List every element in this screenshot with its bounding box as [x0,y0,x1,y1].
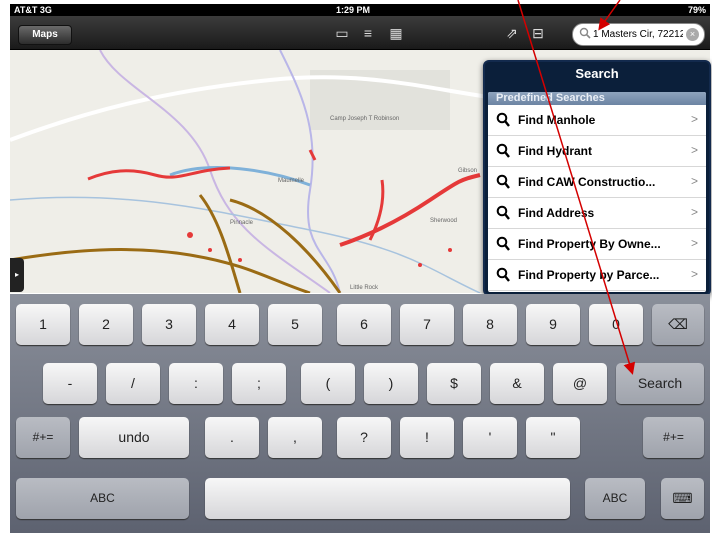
search-icon [496,143,510,158]
list-item-label: Find Property By Owne... [518,237,661,251]
map-label-pinnacle: Pinnacle [230,220,254,226]
grid-icon[interactable]: ▦ [386,25,406,41]
search-icon [496,112,510,127]
map-label-little-rock: Little Rock [350,285,379,291]
map-label-gibson: Gibson [458,168,478,174]
share-icon[interactable]: ⇗ [502,25,522,41]
map-label-sherwood: Sherwood [430,218,458,224]
key-9[interactable]: 9 [526,304,580,345]
list-item-label: Find Address [518,206,595,220]
status-bar: AT&T 3G 1:29 PM 79% [10,4,710,16]
chevron-right-icon: > [690,143,698,157]
key-question[interactable]: ? [337,417,391,458]
map-label-maumelle: Maumelle [278,178,305,184]
search-popover: Search Predefined Searches Find Manhole … [483,60,711,296]
list-item-label: Find Hydrant [518,144,592,158]
key-period[interactable]: . [205,417,259,458]
carrier-label: AT&T 3G [14,5,52,15]
layers-icon[interactable]: ▭ [332,25,352,41]
key-close-paren[interactable]: ) [364,363,418,404]
abc-key-left[interactable]: ABC [16,478,189,519]
maps-button[interactable]: Maps [18,25,72,45]
key-semicolon[interactable]: ; [232,363,286,404]
chevron-right-icon: > [690,236,698,250]
key-2[interactable]: 2 [79,304,133,345]
search-icon [496,205,510,220]
chevron-right-icon: > [690,174,698,188]
time-label: 1:29 PM [336,5,371,15]
top-toolbar: Maps ▭ ≡ ▦ ⇗ ⊟ × [10,16,710,50]
search-key[interactable]: Search [616,363,704,404]
search-icon [496,267,510,282]
backspace-icon: ⌫ [668,316,688,332]
list-item-find-caw-construction[interactable]: Find CAW Constructio... > [488,167,706,198]
backspace-key[interactable]: ⌫ [652,304,704,345]
more-symbols-key-right[interactable]: #+= [643,417,704,458]
search-icon [496,174,510,189]
list-item-label: Find CAW Constructio... [518,175,656,189]
space-key[interactable] [205,478,570,519]
hide-keyboard-key[interactable]: ⌨ [661,478,704,519]
key-4[interactable]: 4 [205,304,259,345]
clear-icon[interactable]: × [686,28,699,41]
key-colon[interactable]: : [169,363,223,404]
chevron-right-icon: > [690,267,698,281]
bookmarks-icon[interactable]: ⊟ [528,25,548,41]
more-symbols-key-left[interactable]: #+= [16,417,70,458]
key-6[interactable]: 6 [337,304,391,345]
list-item-find-property-by-parcel[interactable]: Find Property by Parce... > [488,260,706,291]
chevron-right-icon: > [690,112,698,126]
key-5[interactable]: 5 [268,304,322,345]
key-0[interactable]: 0 [589,304,643,345]
list-item-find-manhole[interactable]: Find Manhole > [488,105,706,136]
abc-key-right[interactable]: ABC [585,478,645,519]
key-3[interactable]: 3 [142,304,196,345]
list-item-find-hydrant[interactable]: Find Hydrant > [488,136,706,167]
onscreen-keyboard: 1 2 3 4 5 6 7 8 9 0 ⌫ - / : ; ( ) $ & @ … [10,294,710,533]
map-label-camp-robinson: Camp Joseph T Robinson [330,116,400,122]
key-7[interactable]: 7 [400,304,454,345]
search-field[interactable]: × [572,23,705,46]
list-item-label: Find Property by Parce... [518,268,660,282]
search-icon [496,236,510,251]
key-ampersand[interactable]: & [490,363,544,404]
key-quote[interactable]: " [526,417,580,458]
key-exclamation[interactable]: ! [400,417,454,458]
keyboard-dismiss-icon: ⌨ [672,490,693,506]
undo-key[interactable]: undo [79,417,189,458]
key-comma[interactable]: , [268,417,322,458]
list-item-find-address[interactable]: Find Address > [488,198,706,229]
chevron-right-icon: > [690,205,698,219]
section-header: Predefined Searches [488,92,706,105]
list-icon[interactable]: ≡ [358,25,378,41]
popover-title: Search [575,66,619,81]
list-item-label: Find Manhole [518,113,596,127]
search-input[interactable] [593,26,683,42]
key-at[interactable]: @ [553,363,607,404]
key-open-paren[interactable]: ( [301,363,355,404]
key-slash[interactable]: / [106,363,160,404]
list-item-find-property-by-owner[interactable]: Find Property By Owne... > [488,229,706,260]
key-8[interactable]: 8 [463,304,517,345]
battery-label: 79% [687,5,706,15]
key-apostrophe[interactable]: ' [463,417,517,458]
key-dollar[interactable]: $ [427,363,481,404]
key-dash[interactable]: - [43,363,97,404]
key-1[interactable]: 1 [16,304,70,345]
predefined-search-list: Predefined Searches Find Manhole > Find … [488,92,706,292]
side-panel-tab[interactable]: ▸ [10,258,24,292]
search-icon [579,27,591,39]
